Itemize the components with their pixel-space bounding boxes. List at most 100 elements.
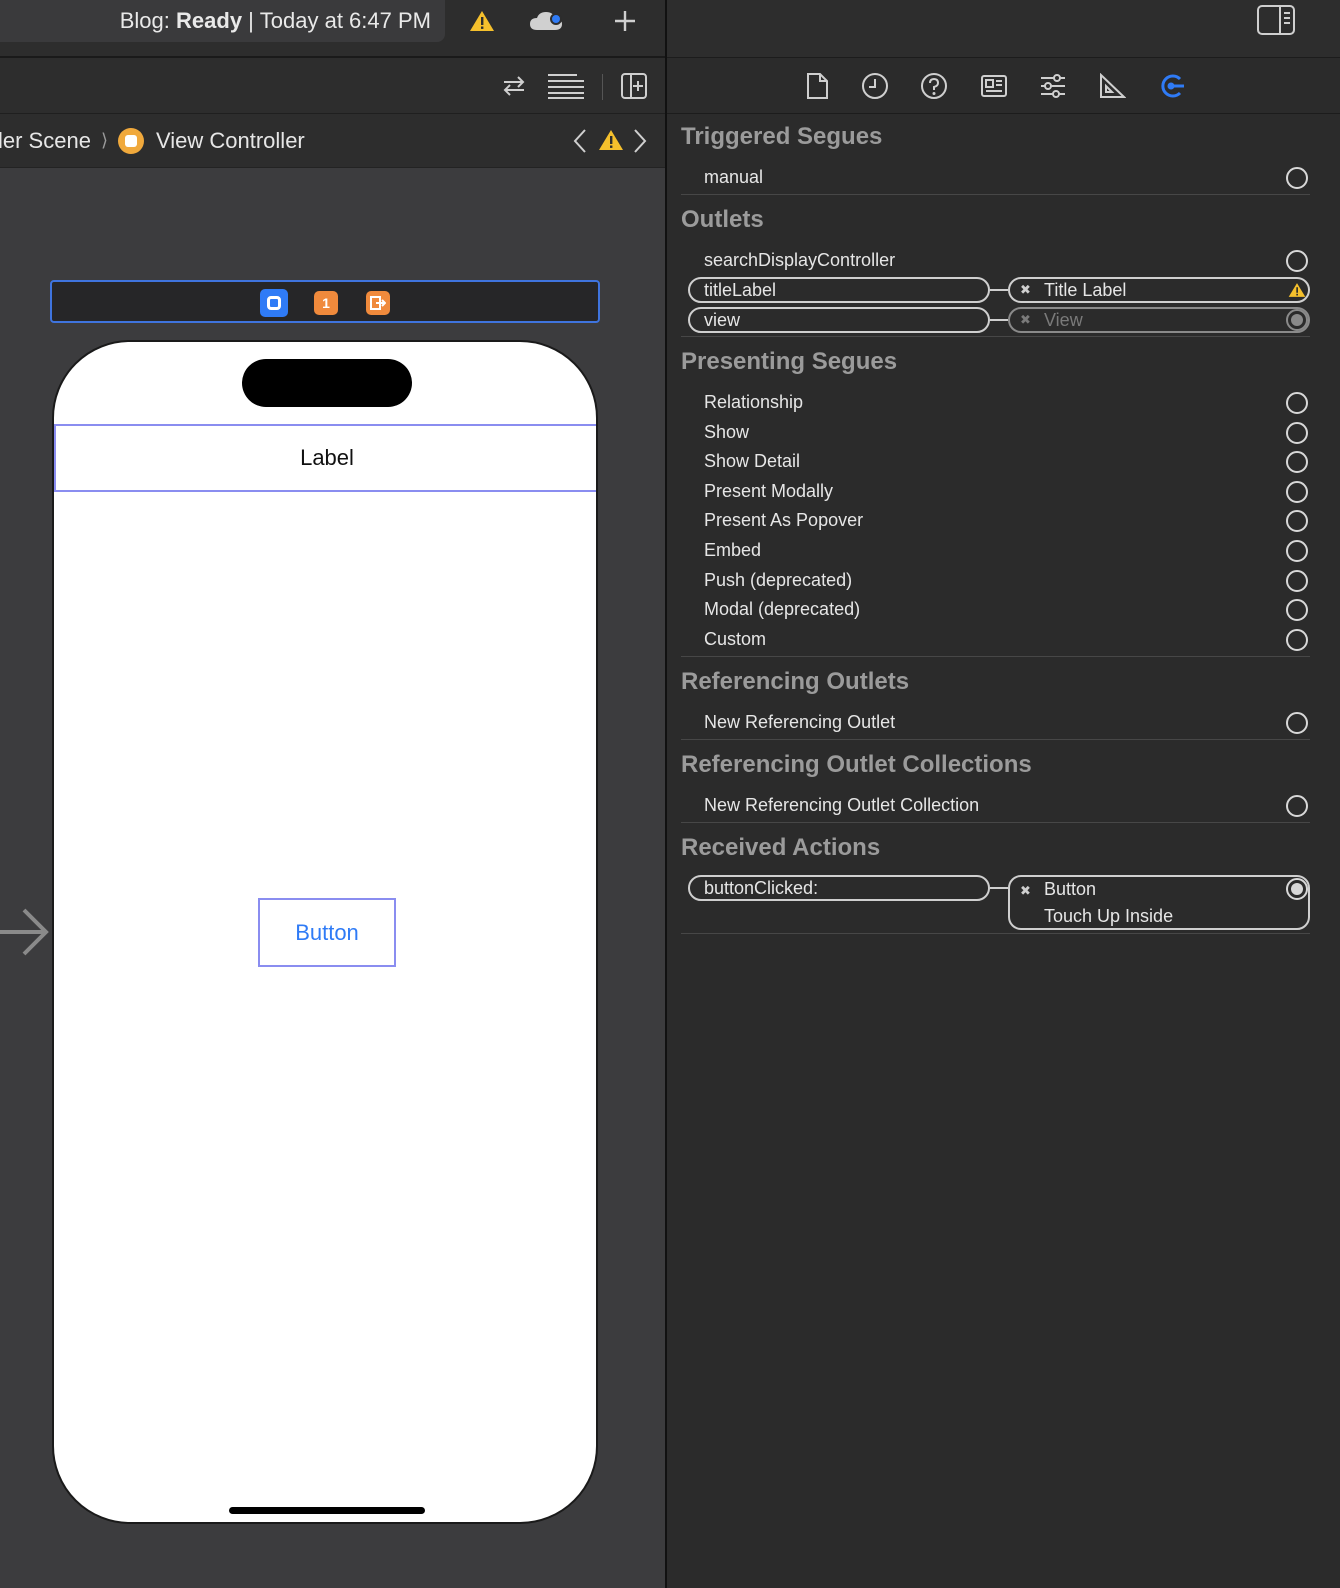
outlet-view-pill[interactable]: view — [688, 307, 990, 333]
warning-icon[interactable] — [466, 6, 498, 36]
segue-custom-connector[interactable] — [1286, 629, 1308, 651]
section-separator — [681, 822, 1310, 823]
help-inspector-icon[interactable] — [919, 71, 949, 101]
action-target[interactable]: ✖ Button Touch Up Inside — [1008, 875, 1310, 930]
first-responder-icon[interactable]: 1 — [314, 291, 338, 315]
add-editor-icon[interactable] — [618, 71, 650, 101]
section-separator — [681, 739, 1310, 740]
presenting-segues-title: Presenting Segues — [681, 348, 898, 375]
outlet-view-target-name: View — [1044, 310, 1083, 330]
segue-relationship-connector[interactable] — [1286, 392, 1308, 414]
previous-issue-icon[interactable] — [572, 128, 588, 160]
received-actions-title: Received Actions — [681, 834, 881, 861]
segue-show-detail-label: Show Detail — [704, 451, 801, 471]
swap-arrows-icon[interactable] — [498, 71, 530, 101]
initial-view-controller-arrow-icon — [0, 906, 50, 963]
outlet-title-label-target[interactable]: ✖ Title Label — [1008, 277, 1310, 303]
new-referencing-outlet-collection-label: New Referencing Outlet Collection — [704, 795, 980, 815]
segue-present-modally-connector[interactable] — [1286, 481, 1308, 503]
status-project: Blog: — [119, 8, 170, 33]
identity-inspector-icon[interactable] — [979, 71, 1009, 101]
new-referencing-outlet-collection-connector[interactable] — [1286, 795, 1308, 817]
inspector-header — [667, 0, 1340, 58]
next-issue-icon[interactable] — [632, 128, 648, 160]
connection-line — [990, 319, 1008, 321]
segue-manual-label: manual — [704, 167, 764, 187]
action-target-name: Button — [1044, 879, 1097, 899]
outlet-search-display-controller-label: searchDisplayController — [704, 250, 896, 270]
section-separator — [681, 656, 1310, 657]
segue-custom-label: Custom — [704, 629, 767, 649]
iphone-canvas[interactable]: Label Button — [52, 340, 598, 1524]
action-event-name: Touch Up Inside — [1044, 906, 1174, 926]
editor-options-icon[interactable] — [546, 71, 586, 101]
title-label[interactable]: Label — [54, 424, 596, 492]
section-separator — [681, 194, 1310, 195]
section-separator — [681, 336, 1310, 337]
outlet-warning-icon — [1288, 281, 1306, 304]
editor-toolbar — [0, 58, 665, 114]
issue-warning-icon[interactable] — [598, 128, 624, 158]
connection-line — [990, 887, 1008, 889]
outlets-title: Outlets — [681, 206, 764, 233]
referencing-outlets-title: Referencing Outlets — [681, 668, 910, 695]
outlet-title-label-target-name: Title Label — [1044, 280, 1127, 300]
new-referencing-outlet-label: New Referencing Outlet — [704, 712, 896, 732]
segue-present-as-popover-label: Present As Popover — [704, 510, 864, 530]
status-state: Ready — [176, 8, 243, 33]
segue-embed-label: Embed — [704, 540, 762, 560]
segue-present-modally-label: Present Modally — [704, 481, 834, 501]
dynamic-island — [242, 359, 412, 407]
segue-present-as-popover-connector[interactable] — [1286, 510, 1308, 532]
segue-modal-label: Modal (deprecated) — [704, 599, 861, 619]
scene-dock: 1 — [50, 280, 600, 323]
status-time: Today at 6:47 PM — [259, 8, 431, 33]
home-indicator — [229, 1507, 425, 1514]
remove-connection-icon[interactable]: ✖ — [1020, 312, 1031, 328]
toolbar-divider — [602, 74, 603, 100]
outlet-search-display-controller-connector[interactable] — [1286, 250, 1308, 272]
segue-show-detail-connector[interactable] — [1286, 451, 1308, 473]
cloud-icon[interactable] — [528, 6, 564, 36]
connections-inspector-icon[interactable] — [1157, 71, 1187, 101]
activity-status[interactable]: Blog: Ready | Today at 6:47 PM — [0, 0, 445, 42]
breadcrumb-scene[interactable]: ler Scene — [0, 128, 91, 154]
new-referencing-outlet-connector[interactable] — [1286, 712, 1308, 734]
outlet-view-target[interactable]: ✖ View — [1008, 307, 1310, 333]
segue-relationship-label: Relationship — [704, 392, 804, 412]
file-inspector-icon[interactable] — [802, 71, 832, 101]
size-inspector-icon[interactable] — [1097, 71, 1127, 101]
editor-area: Blog: Ready | Today at 6:47 PM ler Scene ⟩… — [0, 0, 665, 1588]
segue-push-connector[interactable] — [1286, 570, 1308, 592]
toggle-inspector-icon[interactable] — [1256, 4, 1296, 41]
segue-manual-connector[interactable] — [1286, 167, 1308, 189]
segue-push-label: Push (deprecated) — [704, 570, 853, 590]
action-button-clicked-pill[interactable]: buttonClicked: — [688, 875, 990, 901]
segue-show-connector[interactable] — [1286, 422, 1308, 444]
outlet-title-label-pill[interactable]: titleLabel — [688, 277, 990, 303]
connection-line — [990, 289, 1008, 291]
remove-connection-icon[interactable]: ✖ — [1020, 883, 1031, 899]
attributes-inspector-icon[interactable] — [1038, 71, 1068, 101]
window-toolbar: Blog: Ready | Today at 6:47 PM — [0, 0, 665, 58]
history-inspector-icon[interactable] — [860, 71, 890, 101]
breadcrumb: ler Scene ⟩ View Controller — [0, 114, 665, 168]
action-connector[interactable] — [1286, 878, 1308, 900]
segue-modal-connector[interactable] — [1286, 599, 1308, 621]
add-icon[interactable] — [610, 6, 640, 36]
view-controller-dock-icon[interactable] — [260, 289, 288, 317]
exit-icon[interactable] — [366, 291, 390, 315]
view-controller-icon — [117, 127, 144, 154]
outlet-view-connector[interactable] — [1286, 309, 1308, 331]
canvas-button[interactable]: Button — [258, 898, 396, 967]
breadcrumb-chevron-icon: ⟩ — [100, 130, 108, 150]
section-separator — [681, 933, 1310, 934]
status-separator: | — [248, 8, 254, 33]
referencing-outlet-collections-title: Referencing Outlet Collections — [681, 751, 1032, 778]
segue-show-label: Show — [704, 422, 750, 442]
segue-embed-connector[interactable] — [1286, 540, 1308, 562]
triggered-segues-title: Triggered Segues — [681, 123, 883, 150]
remove-connection-icon[interactable]: ✖ — [1020, 282, 1031, 298]
inspector-tabs — [667, 58, 1340, 114]
breadcrumb-view-controller[interactable]: View Controller — [156, 128, 305, 154]
